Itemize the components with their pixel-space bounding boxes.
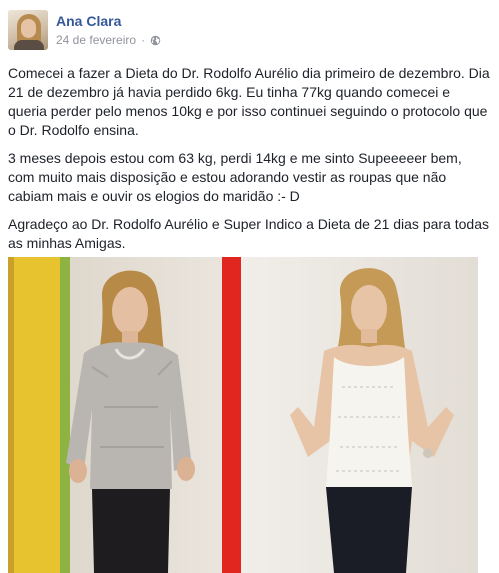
post-header: Ana Clara 24 de fevereiro · [8,10,161,54]
post-paragraph-3: Agradeço ao Dr. Rodolfo Aurélio e Super … [8,216,489,251]
green-stripe [60,257,70,573]
before-after-illustration [8,257,478,573]
author-name[interactable]: Ana Clara [56,12,161,30]
meta-separator: · [141,33,146,47]
avatar[interactable] [8,10,48,50]
post-paragraph-1: Comecei a fazer a Dieta do Dr. Rodolfo A… [8,65,490,138]
post-meta: Ana Clara 24 de fevereiro · [56,10,161,54]
before-after-photo[interactable] [8,257,478,573]
globe-icon[interactable] [150,35,161,46]
post-text: Comecei a fazer a Dieta do Dr. Rodolfo A… [8,64,492,262]
post-subline: 24 de fevereiro · [56,33,161,47]
facebook-post: Ana Clara 24 de fevereiro · Comecei a fa… [0,0,499,573]
post-date[interactable]: 24 de fevereiro [56,33,136,47]
post-paragraph-2: 3 meses depois estou com 63 kg, perdi 14… [8,150,462,204]
red-stripe [222,257,241,573]
yellow-stripe [8,257,60,573]
